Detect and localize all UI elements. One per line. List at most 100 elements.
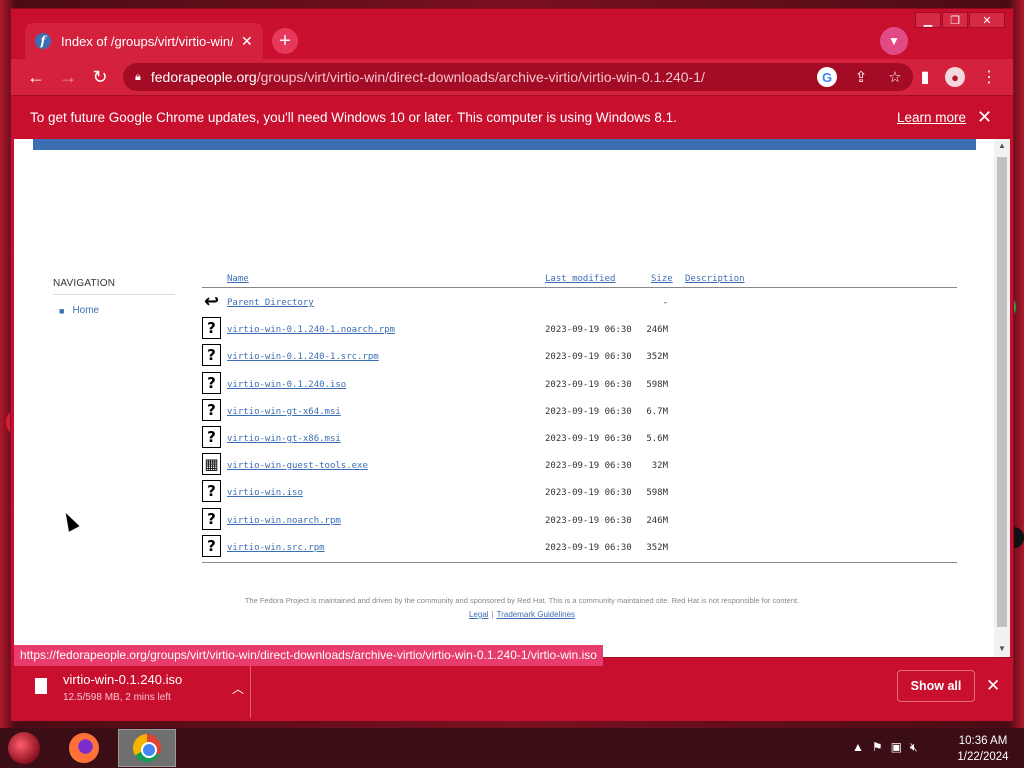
- minimize-button[interactable]: ▁: [915, 12, 941, 28]
- firefox-icon: [69, 733, 99, 763]
- fedora-icon: f: [35, 33, 51, 49]
- network-icon[interactable]: ▣: [891, 740, 902, 755]
- download-status: 12.5/598 MB, 2 mins left: [63, 692, 171, 703]
- vertical-scrollbar[interactable]: ▲ ▼: [994, 139, 1010, 657]
- scrollbar-thumb[interactable]: [997, 157, 1007, 627]
- bullet-icon: ■: [59, 305, 65, 316]
- unknown-file-icon[interactable]: ?: [202, 425, 221, 448]
- bookmark-star-icon[interactable]: ☆: [885, 67, 905, 87]
- google-lens-icon[interactable]: G: [817, 67, 837, 87]
- back-arrow-icon[interactable]: ←: [24, 65, 48, 89]
- fedora-header-bar: [33, 139, 976, 150]
- volume-muted-icon[interactable]: 🔇︎: [910, 740, 918, 755]
- file-link[interactable]: virtio-win.src.rpm: [227, 543, 325, 553]
- chrome-taskbar-button[interactable]: [118, 729, 176, 767]
- tab-search-icon[interactable]: ▼: [880, 27, 908, 55]
- file-link[interactable]: Parent Directory: [227, 298, 314, 308]
- download-shelf: virtio-win-0.1.240.iso 12.5/598 MB, 2 mi…: [11, 657, 1013, 721]
- forward-arrow-icon[interactable]: →: [56, 65, 80, 89]
- close-tab-icon[interactable]: ✕: [241, 33, 253, 50]
- scroll-up-icon[interactable]: ▲: [997, 141, 1007, 151]
- clock-time: 10:36 AM: [958, 735, 1008, 747]
- update-infobar: To get future Google Chrome updates, you…: [11, 95, 1013, 139]
- windows-taskbar: ▲ ⚑ ▣ 🔇︎ 10:36 AM 1/22/2024: [0, 728, 1024, 768]
- url-host: fedorapeople.org: [150, 69, 257, 85]
- browser-toolbar: ← → ↻ 🔒︎ fedorapeople.org/groups/virt/vi…: [11, 59, 1013, 95]
- file-date: 2023-09-19 06:30: [545, 515, 632, 526]
- side-panel-icon[interactable]: ▮: [915, 67, 935, 87]
- footer-text: The Fedora Project is maintained and dri…: [244, 596, 800, 605]
- scroll-down-icon[interactable]: ▼: [997, 644, 1007, 654]
- link-status-bubble: https://fedorapeople.org/groups/virt/vir…: [14, 645, 603, 666]
- download-item[interactable]: virtio-win-0.1.240.iso 12.5/598 MB, 2 mi…: [27, 670, 249, 710]
- binary-file-icon[interactable]: ▦: [202, 453, 221, 476]
- address-bar[interactable]: 🔒︎ fedorapeople.org/groups/virt/virtio-w…: [123, 63, 913, 91]
- file-date: 2023-09-19 06:30: [545, 379, 632, 390]
- show-all-button[interactable]: Show all: [897, 670, 975, 702]
- sort-size-link[interactable]: Size: [651, 274, 673, 284]
- learn-more-link[interactable]: Learn more: [897, 110, 966, 125]
- file-size: 352M: [646, 542, 668, 553]
- table-row: ? virtio-win-gt-x86.msi 2023-09-19 06:30 5.…: [202, 424, 957, 451]
- unknown-file-icon[interactable]: ?: [202, 317, 221, 340]
- back-icon[interactable]: ↩: [202, 290, 221, 312]
- new-tab-button[interactable]: +: [272, 28, 298, 54]
- tab-title: Index of /groups/virt/virtio-win/d: [61, 33, 233, 49]
- file-link[interactable]: virtio-win.iso: [227, 488, 303, 498]
- maximize-button[interactable]: ❐: [942, 12, 968, 28]
- unknown-file-icon[interactable]: ?: [202, 371, 221, 394]
- file-date: 2023-09-19 06:30: [545, 406, 632, 417]
- url-path: /groups/virt/virtio-win/direct-downloads…: [256, 69, 705, 85]
- unknown-file-icon[interactable]: ?: [202, 344, 221, 367]
- trademark-link[interactable]: Trademark Guidelines: [497, 610, 575, 619]
- file-size: 246M: [646, 325, 668, 336]
- unknown-file-icon[interactable]: ?: [202, 534, 221, 557]
- system-tray: ▲ ⚑ ▣ 🔇︎: [852, 740, 918, 755]
- file-link[interactable]: virtio-win-0.1.240-1.noarch.rpm: [227, 325, 395, 335]
- legal-link[interactable]: Legal: [469, 610, 489, 619]
- table-row: ↩ Parent Directory -: [202, 288, 957, 315]
- file-link[interactable]: virtio-win-gt-x86.msi: [227, 434, 341, 444]
- unknown-file-icon[interactable]: ?: [202, 480, 221, 503]
- home-link[interactable]: Home: [72, 305, 99, 316]
- file-size: 598M: [646, 488, 668, 499]
- unknown-file-icon[interactable]: ?: [202, 398, 221, 421]
- menu-kebab-icon[interactable]: ⋮: [979, 67, 999, 87]
- sort-description-link[interactable]: Description: [685, 274, 745, 284]
- close-window-button[interactable]: ✕: [969, 12, 1005, 28]
- close-shelf-icon[interactable]: ✕: [986, 676, 1000, 696]
- chrome-window: f Index of /groups/virt/virtio-win/d ✕ +…: [10, 8, 1014, 721]
- file-date: 2023-09-19 06:30: [545, 352, 632, 363]
- file-size: 352M: [646, 352, 668, 363]
- firefox-taskbar-button[interactable]: [66, 730, 102, 766]
- lock-icon[interactable]: 🔒︎: [135, 71, 141, 84]
- footer-links: Legal | Trademark Guidelines: [202, 610, 842, 619]
- infobar-message: To get future Google Chrome updates, you…: [30, 110, 677, 125]
- start-orb-icon[interactable]: [8, 732, 40, 764]
- table-row: ? virtio-win-0.1.240-1.src.rpm 2023-09-19 …: [202, 342, 957, 369]
- reload-icon[interactable]: ↻: [88, 65, 112, 89]
- taskbar-clock[interactable]: 10:36 AM 1/22/2024: [950, 733, 1016, 765]
- table-row: ? virtio-win.src.rpm 2023-09-19 06:30 352M: [202, 533, 957, 560]
- unknown-file-icon[interactable]: ?: [202, 507, 221, 530]
- table-row: ? virtio-win.iso 2023-09-19 06:30 598M: [202, 478, 957, 505]
- clock-date: 1/22/2024: [957, 751, 1009, 763]
- sort-modified-link[interactable]: Last modified: [545, 274, 615, 284]
- sort-name-link[interactable]: Name: [227, 274, 249, 284]
- close-infobar-icon[interactable]: ✕: [977, 107, 992, 128]
- file-link[interactable]: virtio-win-0.1.240-1.src.rpm: [227, 352, 379, 362]
- nav-item-home: ■ Home: [53, 305, 175, 316]
- tab-directory-index[interactable]: f Index of /groups/virt/virtio-win/d ✕: [25, 23, 263, 59]
- file-link[interactable]: virtio-win-gt-x64.msi: [227, 407, 341, 417]
- show-hidden-icons-icon[interactable]: ▲: [852, 740, 864, 755]
- file-date: 2023-09-19 06:30: [545, 488, 632, 499]
- file-link[interactable]: virtio-win-0.1.240.iso: [227, 380, 346, 390]
- profile-avatar-icon[interactable]: ●: [945, 67, 965, 87]
- listing-rows: ↩ Parent Directory -? virtio-win-0.1.240-1.…: [202, 288, 957, 560]
- chevron-up-icon[interactable]: ︿: [232, 680, 244, 697]
- file-link[interactable]: virtio-win-guest-tools.exe: [227, 461, 368, 471]
- action-center-flag-icon[interactable]: ⚑: [872, 740, 883, 755]
- file-link[interactable]: virtio-win.noarch.rpm: [227, 516, 341, 526]
- footer-separator: |: [491, 610, 494, 619]
- share-icon[interactable]: ⇪: [851, 67, 871, 87]
